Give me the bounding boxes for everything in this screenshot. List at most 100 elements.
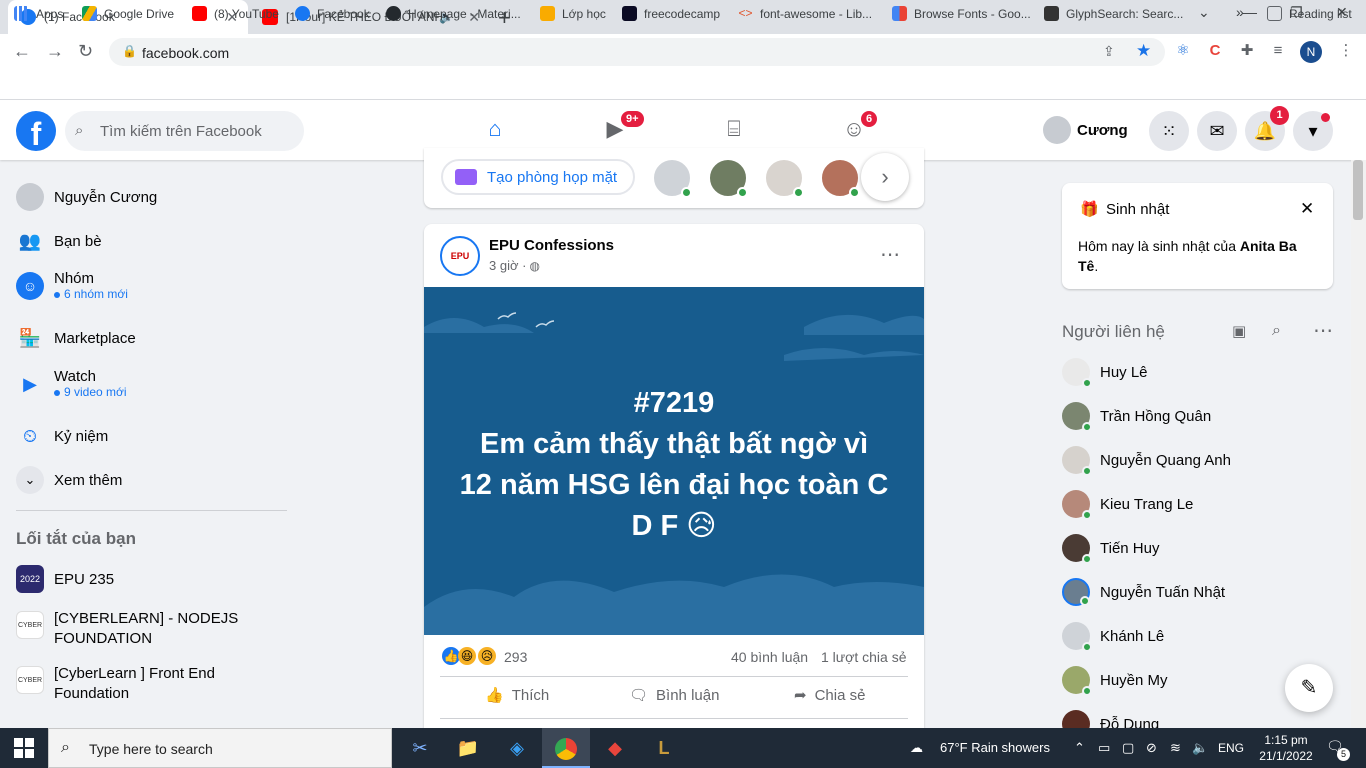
reading-list-icon [1267, 6, 1282, 21]
create-room-button[interactable]: Tạo phòng họp mặt [441, 159, 635, 195]
address-bar[interactable]: 🔒 facebook.com ⇪ ★ [109, 38, 1165, 66]
comment-count[interactable]: 40 bình luận [731, 649, 808, 665]
file-explorer-icon[interactable]: 📁 [444, 728, 492, 768]
language-indicator[interactable]: ENG [1218, 741, 1244, 755]
avatar [1062, 534, 1092, 564]
post-author[interactable]: EPU Confessions [489, 237, 614, 254]
home-nav-icon[interactable]: ⌂ [480, 116, 510, 142]
contact-item[interactable]: Trần Hồng Quân [1062, 402, 1211, 432]
birthday-title: Sinh nhật [1106, 201, 1170, 218]
more-options-icon[interactable]: ⋯ [880, 242, 900, 267]
contact-item[interactable]: Huy Lê [1062, 358, 1148, 388]
minimize-icon[interactable]: — [1243, 4, 1257, 20]
shortcut-item[interactable]: CYBER [CyberLearn ] Front End Foundation [16, 664, 256, 704]
shortcut-item[interactable]: CYBER [CYBERLEARN] - NODEJS FOUNDATION [16, 609, 256, 649]
share-button[interactable]: ➦ Chia sẻ [794, 686, 865, 705]
facebook-logo[interactable]: f [16, 111, 56, 151]
taskbar-search-input[interactable]: ⌕ Type here to search [48, 728, 392, 768]
snipping-tool-icon[interactable]: ✂ [396, 728, 444, 768]
new-message-icon[interactable]: ✎ [1285, 664, 1333, 712]
vscode-icon[interactable]: ◈ [493, 728, 541, 768]
bookmark-homepage[interactable]: Homepage - Materi... [386, 6, 521, 21]
tab-search-icon[interactable]: ⌄ [1198, 4, 1210, 21]
colorzilla-icon[interactable]: C [1205, 41, 1225, 61]
chevron-right-icon[interactable]: › [861, 153, 909, 201]
youtube-icon [192, 6, 207, 21]
garena-icon[interactable]: ◆ [591, 728, 639, 768]
bookmark-font-awesome[interactable]: <> font-awesome - Lib... [738, 6, 872, 21]
avatar [1062, 666, 1092, 696]
bookmark-apps[interactable]: Apps [14, 6, 63, 21]
share-count[interactable]: 1 lượt chia sẻ [821, 649, 906, 665]
contact-item[interactable]: Khánh Lê [1062, 622, 1164, 652]
bookmark-google-drive[interactable]: Google Drive [82, 6, 174, 21]
contact-item[interactable]: Huyền My [1062, 666, 1168, 696]
page-avatar[interactable]: EPU [440, 236, 480, 276]
scrollbar-thumb[interactable] [1353, 160, 1363, 220]
windows-start-icon[interactable] [14, 738, 34, 758]
reading-list-button[interactable]: Reading list [1267, 6, 1352, 21]
volume-icon[interactable]: 🔈 [1192, 740, 1208, 756]
comment-button[interactable]: 🗨 Bình luận [629, 686, 719, 705]
contact-item[interactable]: Nguyễn Tuấn Nhật [1062, 578, 1225, 606]
tray-overflow-icon[interactable]: ⌃ [1074, 740, 1085, 756]
forward-icon[interactable]: → [46, 41, 64, 62]
facebook-search-input[interactable]: ⌕ Tìm kiếm trên Facebook [65, 111, 304, 151]
bookmark-lop-hoc[interactable]: Lớp học [540, 6, 606, 21]
shortcut-item[interactable]: 2022 EPU 235 [16, 565, 114, 593]
reaction-count[interactable]: 293 [504, 649, 527, 665]
wifi-icon[interactable]: ≋ [1170, 740, 1181, 756]
chrome-menu-icon[interactable]: ⋮ [1336, 41, 1356, 61]
react-devtools-icon[interactable]: ⚛ [1173, 41, 1193, 61]
url-text: facebook.com [142, 45, 230, 61]
back-icon[interactable]: ← [13, 41, 31, 62]
reload-icon[interactable]: ↻ [78, 41, 93, 62]
sidebar-item-groups[interactable]: ☺ Nhóm 6 nhóm mới [16, 270, 128, 301]
new-room-icon[interactable]: ▣ [1232, 322, 1246, 340]
contact-item[interactable]: Kieu Trang Le [1062, 490, 1193, 520]
search-icon[interactable]: ⌕ [1272, 322, 1281, 340]
league-of-legends-icon[interactable]: L [640, 728, 688, 768]
bookmark-freecodecamp[interactable]: freecodecamp [622, 6, 720, 21]
profile-avatar[interactable]: N [1300, 41, 1322, 63]
haha-reaction-icon: 😆 [458, 647, 476, 665]
sidebar-item-memories[interactable]: ⏲ Kỷ niệm [16, 422, 108, 450]
marketplace-nav-icon[interactable]: ⌸ [719, 116, 749, 142]
sidebar-item-friends[interactable]: 👥 Bạn bè [16, 227, 102, 255]
sidebar-item-watch[interactable]: ▶ Watch 9 video mới [16, 368, 126, 399]
share-icon[interactable]: ⇪ [1103, 43, 1115, 60]
bookmark-youtube[interactable]: (8) YouTube [192, 6, 279, 21]
online-dot [1082, 510, 1092, 520]
battery-icon[interactable]: ▭ [1098, 740, 1110, 756]
weather-text[interactable]: 67°F Rain showers [940, 740, 1050, 755]
sidebar-item-marketplace[interactable]: 🏪 Marketplace [16, 324, 136, 352]
bookmarks-overflow-icon[interactable]: » [1236, 4, 1244, 20]
post-text-content: #7219 Em cảm thấy thật bất ngờ vì 12 năm… [459, 387, 889, 542]
menu-grid-icon[interactable]: ⁙ [1149, 111, 1189, 151]
sidebar-item-see-more[interactable]: ⌄ Xem thêm [16, 466, 122, 494]
bookmark-google-fonts[interactable]: Browse Fonts - Goo... [892, 6, 1031, 21]
network-alert-icon[interactable]: ⊘ [1146, 740, 1157, 756]
page-scrollbar[interactable] [1351, 160, 1366, 728]
online-friend-avatar[interactable] [652, 158, 692, 198]
close-icon[interactable]: ✕ [1300, 199, 1314, 219]
chrome-taskbar-icon[interactable] [542, 728, 590, 768]
bookmark-glyphsearch[interactable]: GlyphSearch: Searc... [1044, 6, 1183, 21]
media-control-icon[interactable]: ≡ [1268, 41, 1288, 61]
bookmark-facebook[interactable]: Facebook [295, 6, 370, 21]
online-dot [1082, 642, 1092, 652]
messenger-icon[interactable]: ✉ [1197, 111, 1237, 151]
contact-item[interactable]: Nguyễn Quang Anh [1062, 446, 1231, 476]
online-friend-avatar[interactable] [820, 158, 860, 198]
bookmark-star-icon[interactable]: ★ [1136, 41, 1151, 61]
online-friend-avatar[interactable] [708, 158, 748, 198]
extensions-icon[interactable]: ✚ [1237, 41, 1257, 61]
like-button[interactable]: 👍 Thích [485, 686, 549, 705]
online-friend-avatar[interactable] [764, 158, 804, 198]
profile-shortcut[interactable]: Cương [1043, 112, 1128, 148]
device-icon[interactable]: ▢ [1122, 740, 1134, 756]
contact-item[interactable]: Tiến Huy [1062, 534, 1159, 564]
sidebar-item-profile[interactable]: Nguyễn Cương [16, 183, 157, 211]
clock[interactable]: 1:15 pm 21/1/2022 [1256, 732, 1316, 764]
more-options-icon[interactable]: ⋯ [1313, 318, 1333, 343]
